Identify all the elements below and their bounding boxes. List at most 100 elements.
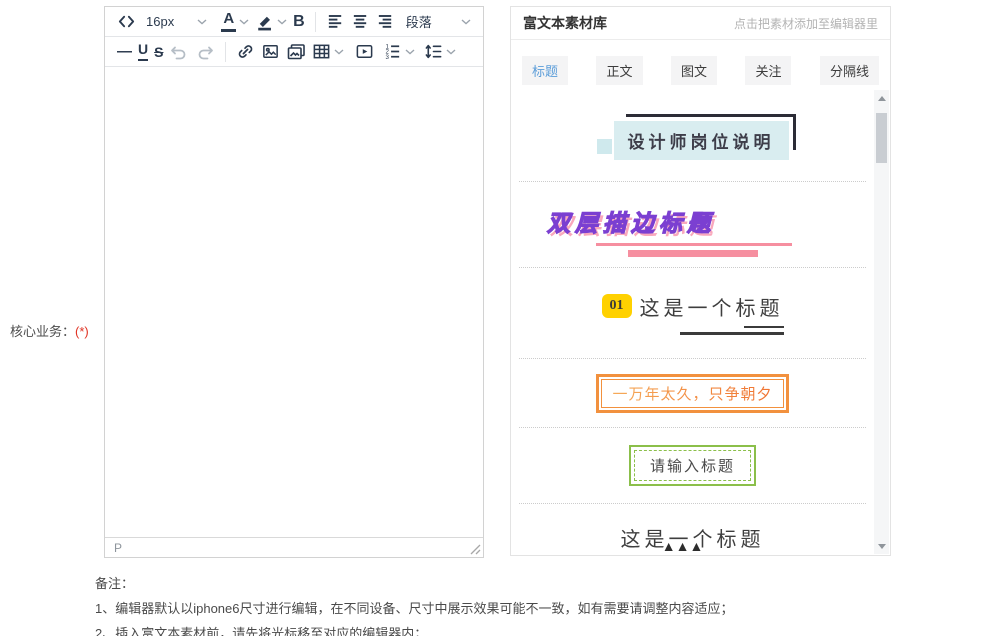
paragraph-value: 段落 [406,12,432,31]
insert-table-button[interactable] [312,42,344,61]
field-label: 核心业务：(*) [10,321,89,340]
green-border-box: 请输入标题 [629,445,756,486]
highlight-color-button[interactable] [255,12,287,31]
align-center-icon [351,12,370,31]
toolbar-separator [225,42,226,62]
decor-square [597,139,612,154]
tab-title[interactable]: 标题 [522,56,568,85]
editor-content-area[interactable] [105,67,483,537]
scroll-down-button[interactable] [874,539,889,553]
ordered-list-icon: 123 [383,42,402,61]
line-height-button[interactable] [424,42,456,61]
chevron-down-icon [461,19,471,25]
template-list: 设计师岗位说明 双层描边标题 01 这是一个标题 一 [511,89,874,555]
library-title: 富文本素材库 [523,13,607,33]
library-header: 富文本素材库 点击把素材添加至编辑器里 [511,7,890,40]
link-icon [236,42,255,61]
line-height-icon [424,42,443,61]
chevron-down-icon [405,49,415,55]
insert-video-button[interactable] [355,42,374,61]
triangle-up-icon [878,96,886,101]
orange-border-box: 一万年太久，只争朝夕 [596,374,788,413]
triangle-title-wrap: 这是一个标题 ▲▲▲ [621,523,765,552]
editor-status-bar: P [105,537,483,557]
multi-image-icon [286,42,306,62]
library-hint: 点击把素材添加至编辑器里 [734,15,878,32]
resize-handle-icon[interactable] [470,544,481,555]
bold-button[interactable]: B [293,13,305,31]
rich-text-editor: 16px A B 段落 — U S [104,6,484,558]
code-view-button[interactable] [117,12,136,31]
tab-follow[interactable]: 关注 [745,56,791,85]
insert-image-button[interactable] [261,42,280,61]
redo-button[interactable] [195,42,215,62]
template-triangle-title[interactable]: 这是一个标题 ▲▲▲ [519,504,866,555]
boxed-title-wrap: 设计师岗位说明 [597,121,789,160]
pink-underline-thick [628,250,758,257]
double-outline-wrap: 双层描边标题 [519,192,866,257]
svg-text:3: 3 [386,54,390,61]
template-dashed-input-title[interactable]: 请输入标题 [519,428,866,504]
table-icon [312,42,331,61]
chevron-down-icon [446,49,456,55]
boxed-title-box: 设计师岗位说明 [614,121,789,160]
marker-pen-icon [255,12,274,31]
note-line-1: 1、编辑器默认以iphone6尺寸进行编辑，在不同设备、尺寸中展示效果可能不一致… [95,596,734,621]
library-tabs: 标题 正文 图文 关注 分隔线 [511,40,890,85]
template-text: 这是一个标题 [640,292,784,321]
chevron-down-icon [239,19,249,25]
undo-icon [169,42,189,62]
image-icon [261,42,280,61]
template-text: 双层描边标题 [547,204,866,238]
template-text: 请输入标题 [634,450,751,481]
strikethrough-button[interactable]: S [154,44,163,60]
template-text: 一万年太久，只争朝夕 [601,379,783,408]
template-text: 设计师岗位说明 [628,133,775,152]
element-path: P [114,541,122,555]
template-double-outline-title[interactable]: 双层描边标题 [519,182,866,268]
align-center-button[interactable] [351,12,370,31]
pink-underline-thin [596,243,792,246]
template-bordered-quote[interactable]: 一万年太久，只争朝夕 [519,359,866,428]
required-mark: (*) [75,324,89,339]
dark-underline-long [680,332,784,335]
ordered-list-button[interactable]: 123 [383,42,415,61]
font-color-button[interactable]: A [221,11,249,32]
template-numbered-title[interactable]: 01 这是一个标题 [519,268,866,359]
tab-body-text[interactable]: 正文 [596,56,642,85]
font-size-select[interactable]: 16px [146,14,207,29]
numbered-title-row: 01 这是一个标题 [602,292,784,321]
align-left-button[interactable] [326,12,345,31]
notes-section: 备注： 1、编辑器默认以iphone6尺寸进行编辑，在不同设备、尺寸中展示效果可… [95,571,734,636]
horizontal-rule-button[interactable]: — [117,43,132,60]
chevron-down-icon [277,19,287,25]
align-right-button[interactable] [376,12,395,31]
toolbar-row-1: 16px A B 段落 [105,7,483,37]
undo-button[interactable] [169,42,189,62]
tab-divider[interactable]: 分隔线 [820,56,879,85]
tab-image-text[interactable]: 图文 [671,56,717,85]
align-right-icon [376,12,395,31]
insert-link-button[interactable] [236,42,255,61]
video-icon [355,42,374,61]
material-library-panel: 富文本素材库 点击把素材添加至编辑器里 标题 正文 图文 关注 分隔线 设计师岗… [510,6,891,556]
font-color-label: A [221,11,236,32]
scroll-up-button[interactable] [874,91,889,105]
code-icon [117,12,136,31]
toolbar-row-2: — U S 123 [105,37,483,67]
underline-button[interactable]: U [138,42,148,60]
font-size-value: 16px [146,14,174,29]
paragraph-select[interactable]: 段落 [406,12,471,31]
template-boxed-title[interactable]: 设计师岗位说明 [519,89,866,182]
chevron-down-icon [334,49,344,55]
redo-icon [195,42,215,62]
field-label-text: 核心业务： [10,324,75,339]
insert-gallery-button[interactable] [286,42,306,62]
triangle-marks: ▲▲▲ [662,538,704,554]
scrollbar-thumb[interactable] [876,113,887,163]
note-line-2: 2、插入富文本素材前，请先将光标移至对应的编辑器内； [95,621,734,636]
toolbar-separator [315,12,316,32]
library-scrollbar[interactable] [874,90,889,554]
triangle-down-icon [878,544,886,549]
notes-title: 备注： [95,571,734,596]
